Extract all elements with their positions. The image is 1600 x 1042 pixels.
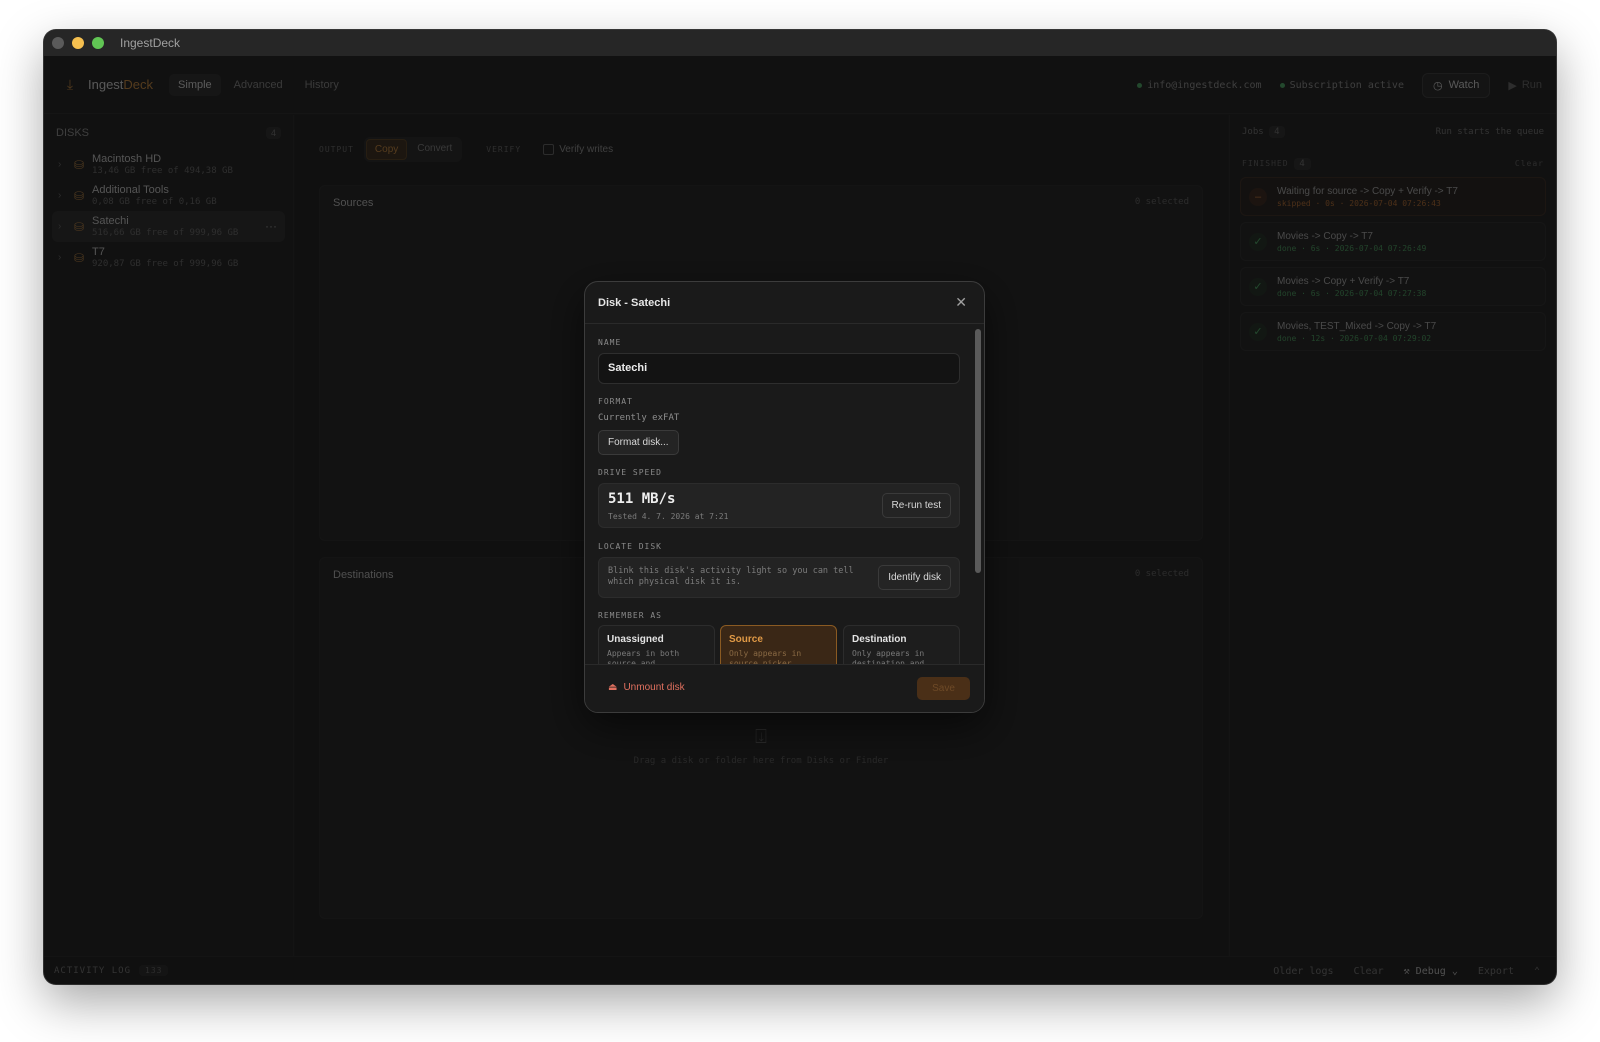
role-title: Unassigned (607, 634, 664, 645)
locate-disk-description: Blink this disk's activity light so you … (608, 566, 854, 587)
close-window-button[interactable] (52, 37, 64, 49)
drive-speed-value: 511 MB/s (608, 491, 676, 507)
dialog-title: Disk - Satechi (598, 296, 671, 309)
format-disk-button[interactable]: Format disk... (598, 430, 679, 455)
dialog-header: Disk - Satechi (585, 282, 984, 324)
dialog-scrollbar[interactable] (975, 329, 981, 573)
title-bar: IngestDeck (44, 30, 1556, 56)
role-source-option[interactable]: Source Only appears in source picker (720, 625, 837, 666)
identify-disk-button[interactable]: Identify disk (878, 565, 951, 590)
unmount-disk-button[interactable]: ⏏ Unmount disk (608, 682, 685, 693)
remember-as-label: REMEMBER AS (598, 611, 662, 620)
format-current: Currently exFAT (598, 413, 680, 423)
locate-disk-card: Blink this disk's activity light so you … (598, 557, 960, 598)
role-title: Destination (852, 634, 907, 645)
minimize-window-button[interactable] (72, 37, 84, 49)
drive-speed-card: 511 MB/s Tested 4. 7. 2026 at 7:21 Re-ru… (598, 483, 960, 528)
dialog-footer: ⏏ Unmount disk Save (585, 664, 984, 712)
traffic-lights (52, 37, 104, 49)
drive-speed-tested: Tested 4. 7. 2026 at 7:21 (608, 512, 729, 521)
name-label: NAME (598, 338, 622, 347)
disk-name-input[interactable]: Satechi (598, 353, 960, 384)
role-unassigned-option[interactable]: Unassigned Appears in both source and (598, 625, 715, 666)
zoom-window-button[interactable] (92, 37, 104, 49)
save-button[interactable]: Save (917, 677, 970, 700)
eject-drive-icon: ⏏ (608, 682, 618, 693)
locate-disk-label: LOCATE DISK (598, 542, 662, 551)
rerun-test-button[interactable]: Re-run test (881, 493, 951, 518)
unmount-label: Unmount disk (623, 682, 685, 693)
format-label: FORMAT (598, 397, 633, 406)
dialog-body: NAME Satechi FORMAT Currently exFAT Form… (598, 324, 960, 666)
role-title: Source (729, 634, 763, 645)
close-icon[interactable]: ✕ (955, 294, 967, 311)
role-destination-option[interactable]: Destination Only appears in destination … (843, 625, 960, 666)
disk-settings-dialog: Disk - Satechi ✕ NAME Satechi FORMAT Cur… (584, 281, 985, 713)
drive-speed-label: DRIVE SPEED (598, 468, 662, 477)
app-window: IngestDeck ⤓ IngestDeck Simple Advanced … (44, 30, 1556, 984)
window-title: IngestDeck (120, 36, 181, 50)
